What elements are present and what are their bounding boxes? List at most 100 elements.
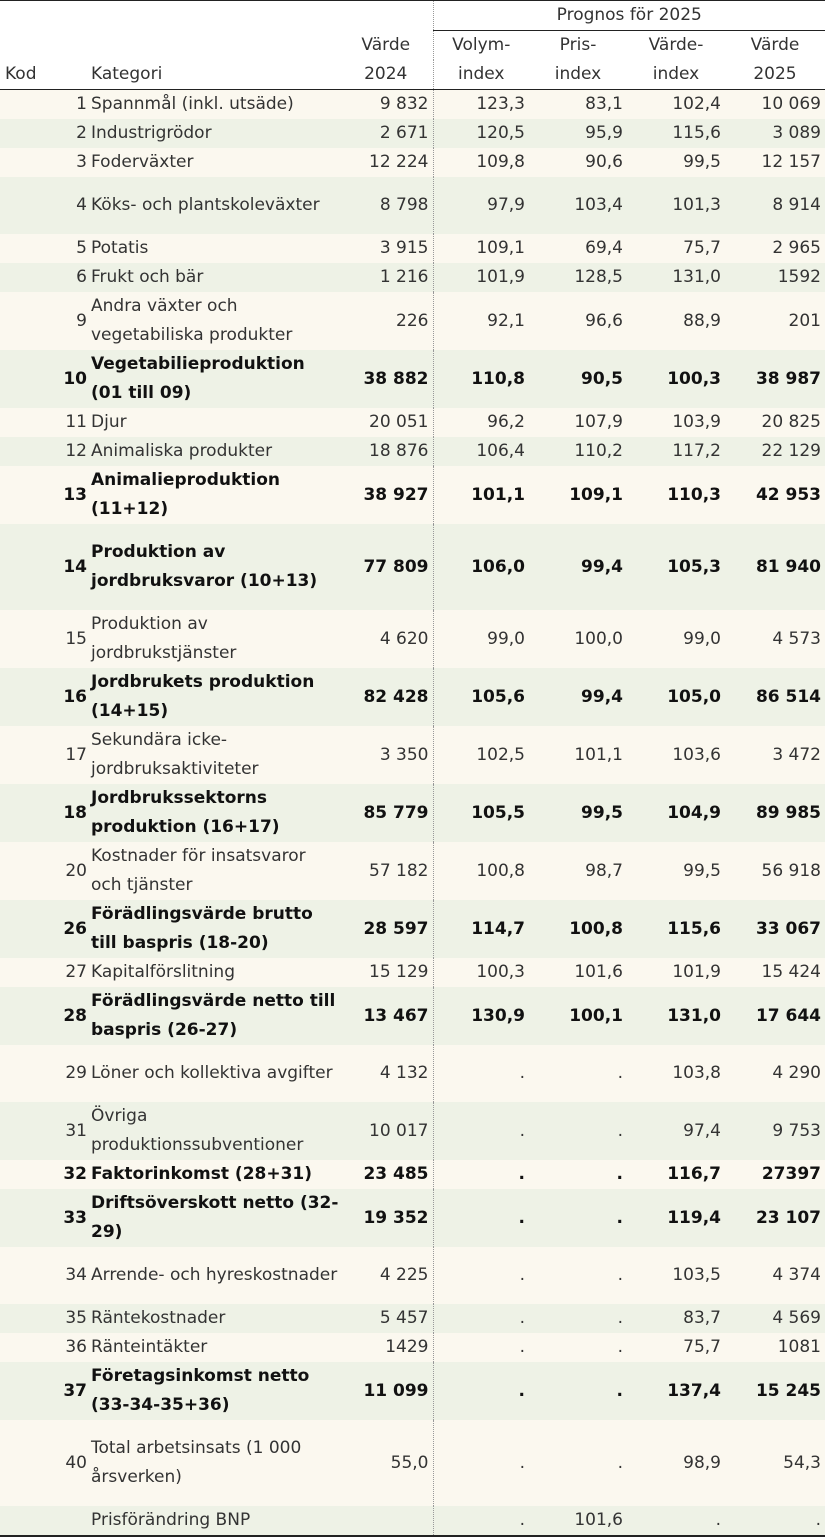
price-index-cell: . bbox=[529, 1333, 627, 1362]
category-cell: Förädlingsvärde brutto till baspris (18-… bbox=[91, 900, 339, 958]
code-cell: 35 bbox=[0, 1304, 91, 1333]
volume-index-cell: 101,1 bbox=[432, 466, 529, 524]
value-2025-cell: 42 953 bbox=[725, 466, 825, 524]
value-2024-cell: 20 051 bbox=[339, 408, 433, 437]
value-index-cell: 104,9 bbox=[627, 784, 725, 842]
value-2024-cell: 77 809 bbox=[339, 524, 433, 610]
table-row: 13 Animalieproduktion (11+12) 38 927 101,1 1… bbox=[0, 466, 825, 524]
volume-index-cell: 100,8 bbox=[432, 842, 529, 900]
volume-index-cell: 100,3 bbox=[432, 958, 529, 987]
value-2024-cell: 38 927 bbox=[339, 466, 433, 524]
value-index-cell: 97,4 bbox=[627, 1102, 725, 1160]
value-2025-cell: 3 089 bbox=[725, 119, 825, 148]
code-cell bbox=[0, 1506, 91, 1536]
category-cell: Industrigrödor bbox=[91, 119, 339, 148]
value-2025-cell: 17 644 bbox=[725, 987, 825, 1045]
table-row: 35 Räntekostnader 5 457.. 83,7 4 569 bbox=[0, 1304, 825, 1333]
category-cell: Animaliska produkter bbox=[91, 437, 339, 466]
price-index-cell: 90,6 bbox=[529, 148, 627, 177]
volume-index-cell: . bbox=[432, 1160, 529, 1189]
table-body: 1 Spannmål (inkl. utsäde) 9 832 123,3 83,1 10… bbox=[0, 89, 825, 1536]
volume-index-cell: 130,9 bbox=[432, 987, 529, 1045]
category-cell: Jordbrukets produktion (14+15) bbox=[91, 668, 339, 726]
value-index-cell: 103,8 bbox=[627, 1045, 725, 1102]
code-cell: 13 bbox=[0, 466, 91, 524]
value-2024-cell: 226 bbox=[339, 292, 433, 350]
table-row: 32 Faktorinkomst (28+31) 23 485.. 116,7 2739… bbox=[0, 1160, 825, 1189]
value-index-cell: 101,3 bbox=[627, 177, 725, 234]
value-index-cell: 131,0 bbox=[627, 987, 725, 1045]
table-row: 3 Foderväxter 12 224 109,8 90,6 99,5 12 157 bbox=[0, 148, 825, 177]
price-index-cell: 99,4 bbox=[529, 668, 627, 726]
price-index-cell: 101,1 bbox=[529, 726, 627, 784]
value-2025-cell: 15 424 bbox=[725, 958, 825, 987]
volume-index-cell: 92,1 bbox=[432, 292, 529, 350]
value-2024-cell: 4 620 bbox=[339, 610, 433, 668]
value-2024-cell: 15 129 bbox=[339, 958, 433, 987]
category-cell: Spannmål (inkl. utsäde) bbox=[91, 89, 339, 119]
code-cell: 15 bbox=[0, 610, 91, 668]
category-cell: Förädlingsvärde netto till baspris (26-2… bbox=[91, 987, 339, 1045]
value-index-cell: 99,5 bbox=[627, 148, 725, 177]
price-index-cell: 95,9 bbox=[529, 119, 627, 148]
category-cell: Ränteintäkter bbox=[91, 1333, 339, 1362]
code-cell: 29 bbox=[0, 1045, 91, 1102]
table-row: 5 Potatis 3 915 109,1 69,4 75,7 2 965 bbox=[0, 234, 825, 263]
price-index-cell: 101,6 bbox=[529, 1506, 627, 1536]
value-index-cell: 88,9 bbox=[627, 292, 725, 350]
value-2024-cell: 12 224 bbox=[339, 148, 433, 177]
price-index-cell: . bbox=[529, 1362, 627, 1420]
category-cell: Övriga produktionssubventioner bbox=[91, 1102, 339, 1160]
value-index-cell: 100,3 bbox=[627, 350, 725, 408]
value-2025-cell: 4 374 bbox=[725, 1247, 825, 1304]
category-cell: Driftsöverskott netto (32-29) bbox=[91, 1189, 339, 1247]
price-index-cell: 69,4 bbox=[529, 234, 627, 263]
category-cell: Andra växter och vegetabiliska produkter bbox=[91, 292, 339, 350]
value-index-cell: 83,7 bbox=[627, 1304, 725, 1333]
volume-index-cell: 109,1 bbox=[432, 234, 529, 263]
price-index-cell: 128,5 bbox=[529, 263, 627, 292]
value-2025-cell: 15 245 bbox=[725, 1362, 825, 1420]
price-index-cell: . bbox=[529, 1304, 627, 1333]
price-index-cell: 99,5 bbox=[529, 784, 627, 842]
category-cell: Sekundära icke-jordbruksaktiviteter bbox=[91, 726, 339, 784]
price-index-cell: 83,1 bbox=[529, 89, 627, 119]
category-cell: Prisförändring BNP bbox=[91, 1506, 339, 1536]
table-row: 28 Förädlingsvärde netto till baspris (26… bbox=[0, 987, 825, 1045]
value-2025-header: Värde bbox=[750, 35, 800, 55]
value-2025-cell: 10 069 bbox=[725, 89, 825, 119]
value-2024-cell: 13 467 bbox=[339, 987, 433, 1045]
value-index-cell: 105,3 bbox=[627, 524, 725, 610]
code-cell: 6 bbox=[0, 263, 91, 292]
code-cell: 11 bbox=[0, 408, 91, 437]
value-2025-cell: 3 472 bbox=[725, 726, 825, 784]
value-index-cell: . bbox=[627, 1506, 725, 1536]
volume-index-cell: 114,7 bbox=[432, 900, 529, 958]
value-2024-header-year: 2024 bbox=[339, 60, 433, 90]
price-index-cell: 110,2 bbox=[529, 437, 627, 466]
code-header: Kod bbox=[0, 60, 91, 90]
value-2025-cell: 4 569 bbox=[725, 1304, 825, 1333]
value-2024-cell: 18 876 bbox=[339, 437, 433, 466]
value-2025-cell: 4 573 bbox=[725, 610, 825, 668]
price-index-cell: 90,5 bbox=[529, 350, 627, 408]
table-row: 20 Kostnader för insatsvaror och tjänster… bbox=[0, 842, 825, 900]
code-cell: 1 bbox=[0, 89, 91, 119]
category-cell: Produktion av jordbruksvaror (10+13) bbox=[91, 524, 339, 610]
value-2025-cell: 56 918 bbox=[725, 842, 825, 900]
value-2025-cell: 22 129 bbox=[725, 437, 825, 466]
value-index-cell: 110,3 bbox=[627, 466, 725, 524]
value-2025-header-year: 2025 bbox=[725, 60, 825, 90]
table-row: 40 Total arbetsinsats (1 000 årsverken) 55… bbox=[0, 1420, 825, 1506]
value-index-cell: 137,4 bbox=[627, 1362, 725, 1420]
volume-index-cell: . bbox=[432, 1362, 529, 1420]
value-2024-cell: 28 597 bbox=[339, 900, 433, 958]
volume-index-cell: 97,9 bbox=[432, 177, 529, 234]
table-row: 17 Sekundära icke-jordbruksaktiviteter 3 3… bbox=[0, 726, 825, 784]
code-cell: 36 bbox=[0, 1333, 91, 1362]
volume-index-cell: 106,4 bbox=[432, 437, 529, 466]
category-cell: Potatis bbox=[91, 234, 339, 263]
value-index-cell: 119,4 bbox=[627, 1189, 725, 1247]
price-index-cell: 96,6 bbox=[529, 292, 627, 350]
value-2024-cell: 19 352 bbox=[339, 1189, 433, 1247]
